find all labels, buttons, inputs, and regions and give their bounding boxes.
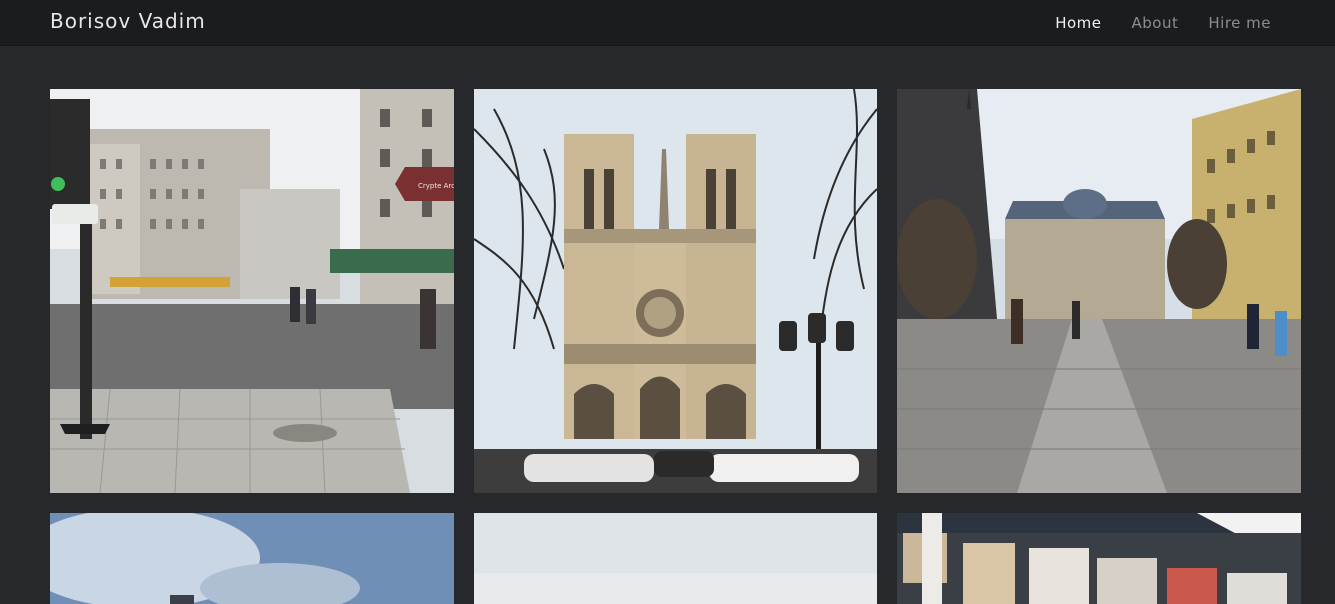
gallery-photo-plaza[interactable] — [897, 89, 1301, 493]
gallery-photo-stall[interactable] — [897, 513, 1301, 604]
navbar: Borisov Vadim Home About Hire me — [0, 0, 1335, 46]
gallery-photo-notre-dame[interactable] — [474, 89, 877, 493]
plaza-image — [897, 89, 1301, 493]
nav-links: Home About Hire me — [1025, 14, 1271, 32]
notre-dame-image — [474, 89, 877, 493]
stall-image — [897, 513, 1301, 604]
nav-link-about[interactable]: About — [1132, 14, 1179, 32]
brand-title[interactable]: Borisov Vadim — [50, 9, 206, 33]
nav-link-hire-me[interactable]: Hire me — [1208, 14, 1271, 32]
nav-link-home[interactable]: Home — [1055, 14, 1101, 32]
street-corner-image: Crypte Archéo de Paris Not — [50, 89, 454, 493]
cloudy-sky-image — [50, 513, 454, 604]
gallery-photo-overcast[interactable] — [474, 513, 877, 604]
gallery-photo-street-corner[interactable]: Crypte Archéo de Paris Not — [50, 89, 454, 493]
gallery-photo-cloudy-sky[interactable] — [50, 513, 454, 604]
overcast-image — [474, 513, 877, 604]
street-sign-text: Crypte Archéo de Paris Not — [418, 182, 454, 190]
